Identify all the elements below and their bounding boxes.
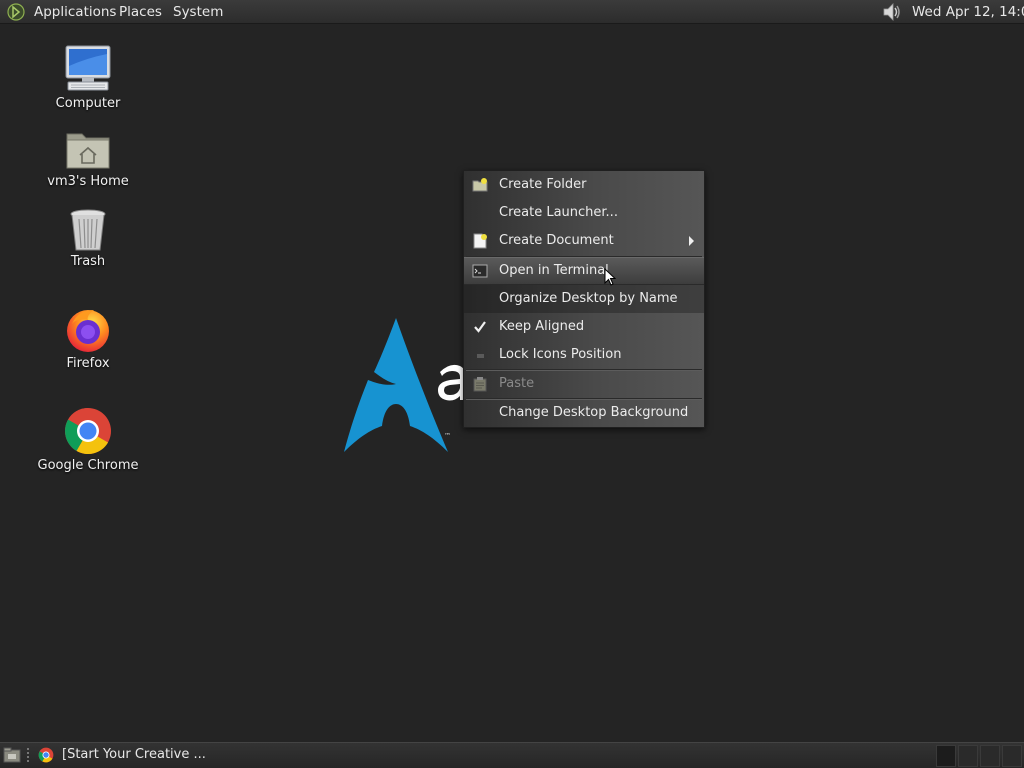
menu-item-label: Create Launcher... (499, 205, 618, 220)
menu-item-label: Organize Desktop by Name (499, 291, 678, 306)
panel-handle[interactable] (27, 748, 29, 764)
distro-logo-icon[interactable] (7, 3, 25, 21)
firefox-icon (67, 310, 109, 352)
trademark-symbol: ™ (444, 432, 451, 440)
desktop-icon-home[interactable]: vm3's Home (33, 128, 143, 189)
menu-item-label: Paste (499, 376, 535, 391)
menu-item-create-folder[interactable]: Create Folder (464, 171, 704, 199)
menu-item-change-background[interactable]: Change Desktop Background (464, 399, 704, 427)
mouse-cursor-icon (604, 268, 616, 286)
chrome-icon (38, 747, 54, 763)
system-menu[interactable]: System (173, 3, 223, 21)
desktop-icon-computer[interactable]: Computer (33, 44, 143, 111)
arch-logo (344, 318, 448, 452)
unchecked-box-icon (477, 354, 484, 358)
menu-item-label: Create Document (499, 233, 614, 248)
menu-item-label: Keep Aligned (499, 319, 585, 334)
taskbar-item-label: [Start Your Creative ... (62, 747, 206, 762)
desktop-icon-trash[interactable]: Trash (33, 208, 143, 269)
applications-menu[interactable]: Applications (34, 3, 116, 21)
menu-item-open-in-terminal[interactable]: Open in Terminal (464, 257, 704, 285)
places-menu[interactable]: Places (119, 3, 162, 21)
menu-item-label: Lock Icons Position (499, 347, 622, 362)
taskbar-item-chrome-window[interactable]: [Start Your Creative ... (36, 745, 226, 765)
workspace-2[interactable] (958, 745, 978, 767)
chrome-icon (65, 408, 111, 455)
show-desktop-icon[interactable] (3, 747, 21, 763)
desktop-icon-label: Firefox (66, 356, 110, 371)
computer-icon (65, 45, 111, 91)
desktop-icon-label: vm3's Home (47, 174, 129, 189)
menu-item-paste[interactable]: Paste (464, 370, 704, 398)
bottom-panel: [Start Your Creative ... (0, 742, 1024, 768)
menu-item-organize-desktop[interactable]: Organize Desktop by Name (464, 285, 704, 313)
checkmark-icon (474, 321, 486, 333)
terminal-icon (472, 264, 488, 278)
new-folder-icon (472, 178, 488, 192)
workspace-1[interactable] (936, 745, 956, 767)
menu-item-label: Open in Terminal (499, 263, 609, 278)
menu-item-lock-icons[interactable]: Lock Icons Position (464, 341, 704, 369)
menu-item-label: Create Folder (499, 177, 587, 192)
workspace-3[interactable] (980, 745, 1000, 767)
desktop-icon-label: Google Chrome (37, 458, 139, 473)
volume-icon[interactable] (880, 1, 904, 23)
menu-item-create-document[interactable]: Create Document (464, 227, 704, 255)
trash-icon (70, 209, 106, 251)
desktop-icon-firefox[interactable]: Firefox (33, 306, 143, 371)
menu-item-label: Change Desktop Background (499, 405, 689, 420)
menu-item-create-launcher[interactable]: Create Launcher... (464, 199, 704, 227)
clock[interactable]: Wed Apr 12, 14:07 (912, 3, 1024, 21)
desktop-icon-chrome[interactable]: Google Chrome (33, 406, 143, 473)
paste-icon (473, 377, 487, 392)
new-document-icon (473, 233, 487, 249)
submenu-arrow-icon (689, 236, 694, 246)
workspace-4[interactable] (1002, 745, 1022, 767)
desktop-icon-label: Trash (70, 254, 106, 269)
desktop-context-menu: Create Folder Create Launcher... Create … (463, 170, 705, 428)
menu-item-keep-aligned[interactable]: Keep Aligned (464, 313, 704, 341)
home-folder-icon (66, 133, 110, 169)
top-panel: Applications Places System Wed Apr 12, 1… (0, 0, 1024, 24)
desktop-icon-label: Computer (55, 96, 121, 111)
